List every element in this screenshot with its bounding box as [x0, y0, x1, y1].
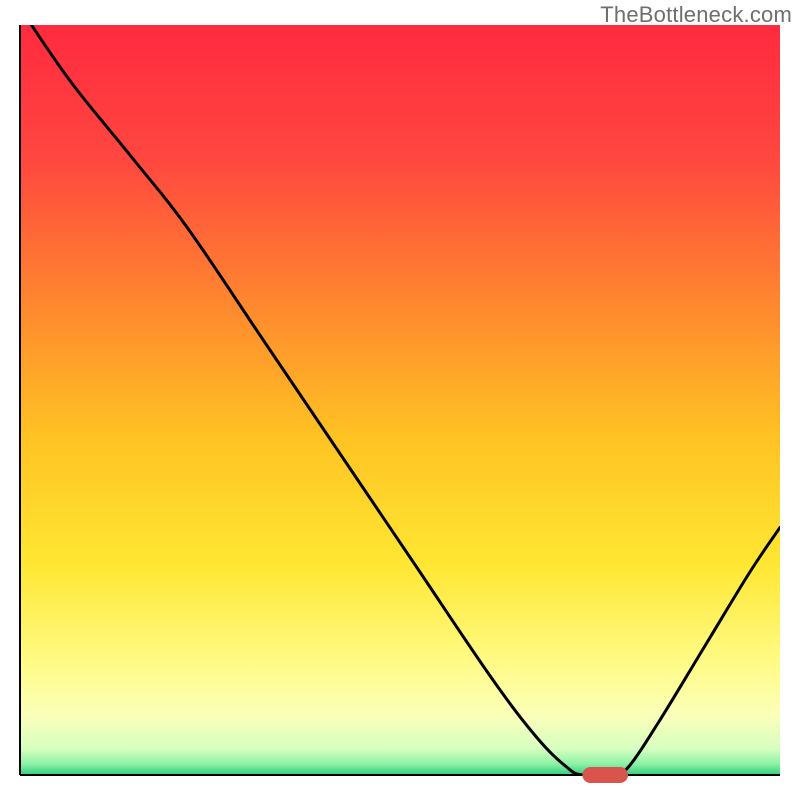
bottleneck-chart: [0, 0, 800, 800]
gradient-background: [20, 25, 780, 775]
chart-container: TheBottleneck.com: [0, 0, 800, 800]
optimal-marker: [582, 767, 628, 783]
